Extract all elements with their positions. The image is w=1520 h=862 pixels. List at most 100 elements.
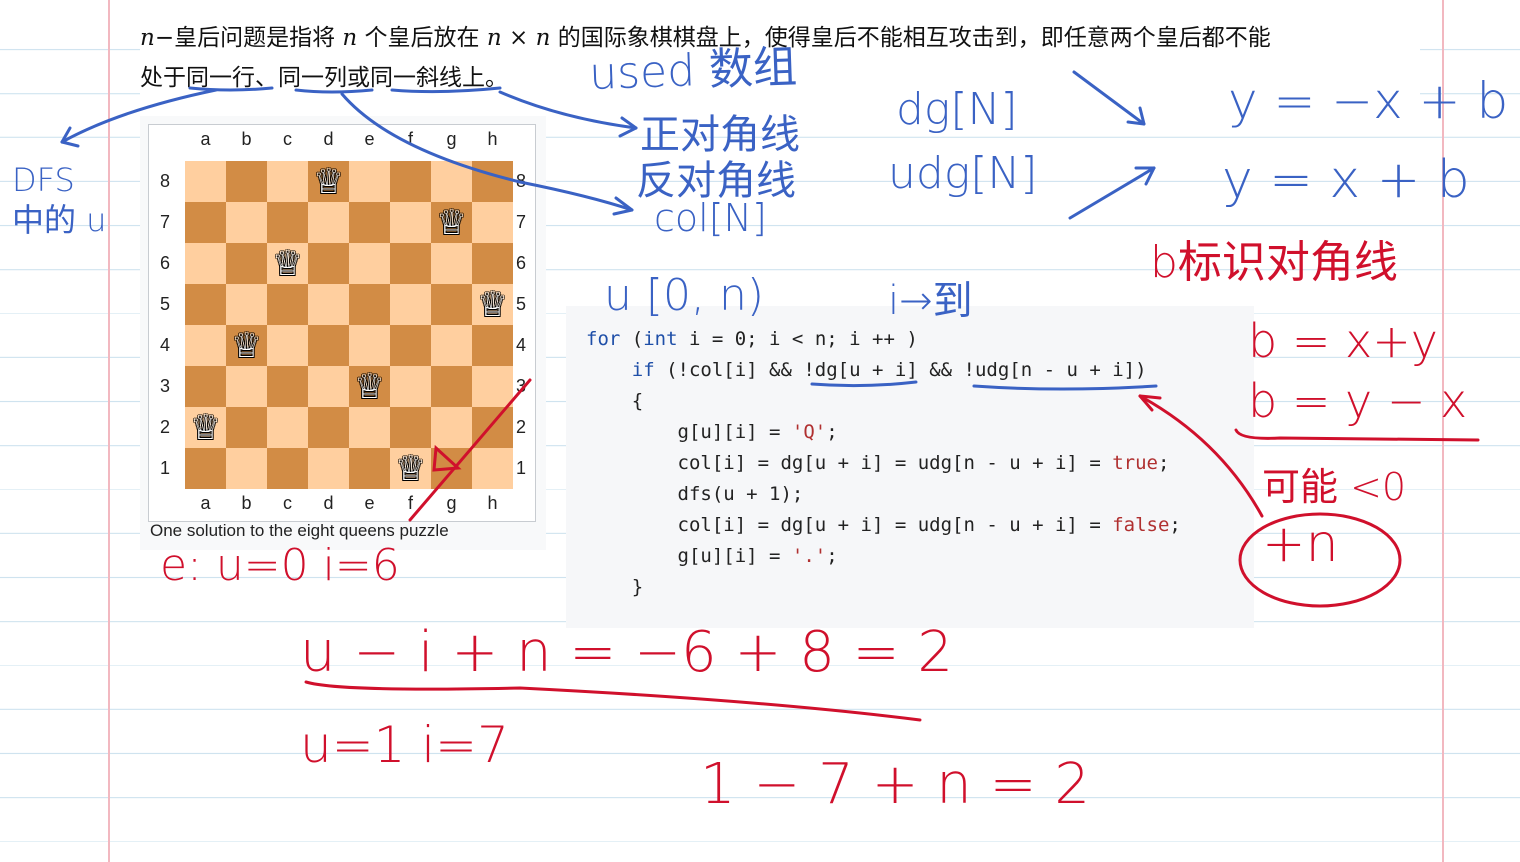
square-e5 bbox=[349, 284, 390, 325]
square-e1 bbox=[349, 448, 390, 489]
square-b6 bbox=[226, 243, 267, 284]
square-f6 bbox=[390, 243, 431, 284]
file-label-f-bottom: f bbox=[407, 493, 413, 513]
rank-label-6-right: 6 bbox=[515, 253, 526, 273]
same-diagonal-text: 同一斜线 bbox=[370, 65, 462, 91]
note-u-range: u [0, n) bbox=[604, 270, 765, 321]
note-example: e: u=0 i=6 bbox=[160, 540, 400, 591]
rank-label-7-right: 7 bbox=[515, 212, 526, 232]
square-b5 bbox=[226, 284, 267, 325]
code-line: } bbox=[586, 576, 644, 598]
text-run: 或 bbox=[347, 65, 370, 91]
queen-icon: ♕ bbox=[477, 284, 508, 325]
note-plus-n: +n bbox=[1262, 514, 1339, 574]
square-h7 bbox=[472, 202, 513, 243]
note-b-meaning: b标识对角线 bbox=[1150, 237, 1398, 288]
square-d7 bbox=[308, 202, 349, 243]
queen-icon: ♕ bbox=[354, 366, 385, 407]
square-g1 bbox=[431, 448, 472, 489]
square-d6 bbox=[308, 243, 349, 284]
square-e6 bbox=[349, 243, 390, 284]
square-c6: ♕ bbox=[267, 243, 308, 284]
square-a8 bbox=[185, 161, 226, 202]
queen-icon: ♕ bbox=[395, 448, 426, 489]
text-run: 个皇后放在 bbox=[357, 25, 487, 51]
square-b7 bbox=[226, 202, 267, 243]
square-e7 bbox=[349, 202, 390, 243]
rank-label-2-left: 2 bbox=[159, 417, 170, 437]
square-h6 bbox=[472, 243, 513, 284]
file-label-b-top: b bbox=[241, 129, 252, 149]
square-f5 bbox=[390, 284, 431, 325]
square-e2 bbox=[349, 407, 390, 448]
note-example-2: u=1 i=7 bbox=[300, 716, 509, 774]
file-label-e-top: e bbox=[364, 129, 375, 149]
file-label-a-top: a bbox=[200, 129, 211, 149]
text-run: 处于 bbox=[140, 65, 186, 91]
file-label-a-bottom: a bbox=[200, 493, 211, 513]
rank-label-2-right: 2 bbox=[515, 417, 526, 437]
file-label-c-bottom: c bbox=[283, 493, 292, 513]
note-calc-1: u − i + n = −6 + 8 = 2 bbox=[300, 620, 953, 685]
queen-icon: ♕ bbox=[313, 161, 344, 202]
square-a4 bbox=[185, 325, 226, 366]
square-f2 bbox=[390, 407, 431, 448]
note-used-array: used 数组 bbox=[588, 41, 798, 100]
chessboard: ♕ ♕ ♕ ♕ ♕ ♕ ♕ ♕ bbox=[185, 161, 513, 489]
file-label-h-top: h bbox=[487, 129, 498, 149]
chessboard-frame: aabbccddeeffgghh8877665544332211 ♕ ♕ ♕ ♕ ♕ ♕ ♕… bbox=[148, 124, 536, 522]
square-h5: ♕ bbox=[472, 284, 513, 325]
math-n: n bbox=[140, 25, 155, 51]
square-b2 bbox=[226, 407, 267, 448]
file-label-g-top: g bbox=[446, 129, 457, 149]
square-f1: ♕ bbox=[390, 448, 431, 489]
same-row-text: 同一行 bbox=[186, 65, 255, 91]
file-label-d-bottom: d bbox=[323, 493, 334, 513]
file-label-c-top: c bbox=[283, 129, 292, 149]
rank-label-4-right: 4 bbox=[515, 335, 526, 355]
note-calc-2: 1 − 7 + n = 2 bbox=[700, 752, 1090, 817]
note-equation-anti: y = −x + b bbox=[1228, 72, 1509, 130]
rank-label-5-right: 5 bbox=[515, 294, 526, 314]
queen-icon: ♕ bbox=[436, 202, 467, 243]
code-line: if (!col[i] && !dg[u + i] && !udg[n - u … bbox=[631, 359, 1147, 381]
note-dfs-u: DFS 中的 u bbox=[12, 161, 107, 239]
square-b1 bbox=[226, 448, 267, 489]
note-col-array: col[N] bbox=[654, 196, 767, 240]
note-equation-main: y = x + b bbox=[1222, 150, 1470, 210]
square-f8 bbox=[390, 161, 431, 202]
square-a7 bbox=[185, 202, 226, 243]
rank-label-4-left: 4 bbox=[159, 335, 170, 355]
square-c7 bbox=[267, 202, 308, 243]
same-column-text: 同一列 bbox=[278, 65, 347, 91]
square-h2 bbox=[472, 407, 513, 448]
code-line: g[u][i] = 'Q'; bbox=[586, 421, 838, 443]
queen-icon: ♕ bbox=[272, 243, 303, 284]
rank-label-3-left: 3 bbox=[159, 376, 170, 396]
note-b-y-minus-x: b = y − x bbox=[1248, 374, 1468, 428]
rank-label-3-right: 3 bbox=[515, 376, 526, 396]
square-a3 bbox=[185, 366, 226, 407]
square-d5 bbox=[308, 284, 349, 325]
file-label-g-bottom: g bbox=[446, 493, 457, 513]
square-c1 bbox=[267, 448, 308, 489]
square-b4: ♕ bbox=[226, 325, 267, 366]
square-h8 bbox=[472, 161, 513, 202]
square-c3 bbox=[267, 366, 308, 407]
square-c4 bbox=[267, 325, 308, 366]
square-e3: ♕ bbox=[349, 366, 390, 407]
square-g6 bbox=[431, 243, 472, 284]
code-line: for (int i = 0; i < n; i ++ ) bbox=[586, 328, 918, 350]
square-a5 bbox=[185, 284, 226, 325]
square-b8 bbox=[226, 161, 267, 202]
square-g2 bbox=[431, 407, 472, 448]
square-e4 bbox=[349, 325, 390, 366]
code-listing: for (int i = 0; i < n; i ++ ) if (!col[i… bbox=[586, 324, 1181, 603]
note-may-be-negative: 可能 <0 bbox=[1262, 465, 1407, 509]
code-line: col[i] = dg[u + i] = udg[n - u + i] = fa… bbox=[586, 514, 1181, 536]
square-g4 bbox=[431, 325, 472, 366]
square-d1 bbox=[308, 448, 349, 489]
square-d8: ♕ bbox=[308, 161, 349, 202]
square-b3 bbox=[226, 366, 267, 407]
code-line: dfs(u + 1); bbox=[586, 483, 804, 505]
